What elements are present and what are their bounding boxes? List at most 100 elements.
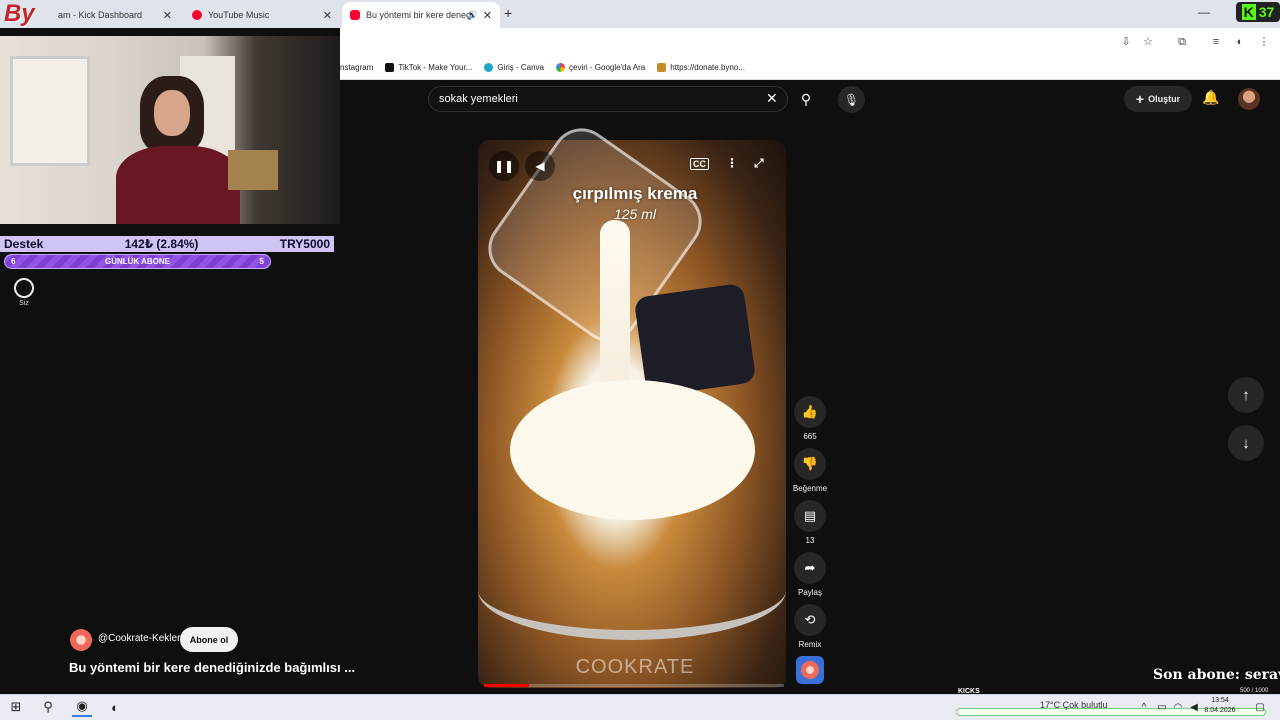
share-icon[interactable]: ➦ [794, 552, 826, 584]
close-icon[interactable]: ✕ [323, 9, 332, 22]
time: 13:54 [1211, 697, 1229, 704]
menu-icon[interactable]: ⋮ [1256, 34, 1272, 50]
avatar[interactable] [1238, 88, 1260, 110]
like-count: 665 [803, 432, 817, 441]
kick-count-badge: K 37 [1236, 2, 1280, 22]
bookmark-label: Giriş - Canva [497, 63, 545, 72]
notifications-icon[interactable]: 🔔 [1202, 89, 1219, 106]
bookmark-label: nstagram [340, 63, 374, 72]
video-pan-rim [478, 540, 786, 640]
you-label: Siz [19, 300, 29, 307]
channel-avatar[interactable] [70, 629, 92, 651]
close-icon[interactable]: ✕ [163, 9, 172, 22]
tab-youtube-music[interactable]: YouTube Music ✕ [184, 2, 340, 28]
bookmark-label: TikTok - Make Your... [398, 63, 473, 72]
donation-label: Destek [4, 237, 44, 251]
search-query: sokak yemekleri [439, 93, 518, 105]
youtube-icon [350, 10, 360, 20]
close-icon[interactable]: ✕ [483, 9, 492, 22]
video-progress-track[interactable] [484, 684, 784, 687]
daily-sub-label: GÜNLÜK ABONE [104, 257, 171, 266]
daily-sub-right: 5 [259, 257, 264, 266]
profile-icon[interactable]: ◐ [1232, 34, 1248, 50]
plus-icon: + [1135, 91, 1145, 107]
tab-label: YouTube Music [208, 10, 270, 20]
browser-tab-bar: am - Kick Dashboard ✕ YouTube Music ✕ Bu… [0, 0, 1280, 28]
more-options-icon[interactable]: ⋮ [726, 156, 738, 170]
minimize-icon[interactable]: — [1198, 5, 1210, 19]
channel-name[interactable]: @Cookrate-Kekler [98, 633, 180, 644]
taskbar-search-icon[interactable]: ⚲ [38, 697, 58, 717]
bookmark-donate[interactable]: https://donate.byno... [657, 63, 745, 72]
create-button[interactable]: + Oluştur [1124, 86, 1192, 112]
video-progress-fill [484, 684, 529, 687]
fullscreen-icon[interactable]: ⤢ [754, 156, 764, 171]
webcam-feed [0, 36, 340, 224]
channel-thumbnail-icon[interactable] [796, 656, 824, 684]
taskbar-clock[interactable]: 13:54 8.04.2026 [1200, 696, 1240, 716]
star-icon[interactable]: ☆ [1140, 34, 1156, 50]
video-caption-sub: 125 ml [613, 206, 657, 222]
tab-label: Bu yöntemi bir kere denedi [366, 10, 474, 20]
weather-readout[interactable]: 17°C Çok bulutlu [1040, 700, 1108, 710]
comment-icon[interactable]: ▤ [794, 500, 826, 532]
streamer-logo: By [4, 0, 35, 27]
last-subscriber-text: Son abone: seravisor [1153, 667, 1280, 683]
webcam-sweater [116, 146, 240, 224]
bookmark-label: https://donate.byno... [670, 63, 745, 72]
comment-count: 13 [805, 536, 815, 545]
video-caption-main: çırpılmış krema [572, 184, 698, 203]
notification-center-icon[interactable]: ▢ [1250, 697, 1270, 717]
start-icon[interactable]: ⊞ [6, 697, 26, 717]
youtube-music-icon [192, 10, 202, 20]
like-icon[interactable]: 👍 [794, 396, 826, 428]
search-icon[interactable]: ⚲ [792, 86, 820, 112]
dislike-icon[interactable]: 👎 [794, 448, 826, 480]
remix-icon[interactable]: ⟲ [794, 604, 826, 636]
tiktok-icon [385, 63, 395, 72]
install-icon[interactable]: ⇩ [1118, 34, 1134, 50]
subscribe-button[interactable]: Abone ol [180, 627, 238, 652]
tab-active-video[interactable]: Bu yöntemi bir kere denedi 🔊 ✕ [342, 2, 500, 28]
tab-label: am - Kick Dashboard [58, 10, 143, 20]
daily-sub-left: 6 [11, 257, 16, 266]
chrome-icon[interactable]: ◉ [72, 697, 92, 717]
donation-amount: 142₺ (2.84%) [124, 237, 199, 251]
video-title[interactable]: Bu yöntemi bir kere denediğinizde bağıml… [69, 660, 359, 675]
previous-video-arrow-icon[interactable]: ↑ [1228, 377, 1264, 413]
media-icon[interactable]: ≡ [1208, 34, 1224, 50]
date: 8.04.2026 [1204, 707, 1236, 714]
donate-icon [657, 63, 667, 72]
remix-label: Remix [798, 640, 822, 649]
daily-sub-bar: 6 GÜNLÜK ABONE 5 [4, 254, 271, 269]
obs-icon[interactable]: ◐ [105, 697, 125, 717]
google-icon [556, 63, 566, 72]
volume-icon[interactable]: ◀ [525, 151, 555, 181]
bookmark-label: çeviri - Google'da Ara [569, 63, 646, 72]
webcam-face [154, 90, 190, 136]
dislike-label: Beğenme [792, 484, 828, 493]
donation-goal: TRY5000 [279, 237, 330, 251]
clear-search-icon[interactable]: ✕ [766, 90, 778, 107]
share-label: Paylaş [797, 588, 822, 597]
tab-kick-dashboard[interactable]: am - Kick Dashboard ✕ [50, 2, 180, 28]
bookmark-tiktok[interactable]: TikTok - Make Your... [385, 63, 472, 72]
new-tab-button[interactable]: + [504, 5, 512, 21]
pause-icon[interactable]: ❚❚ [489, 151, 519, 181]
extensions-icon[interactable]: ⧉ [1174, 34, 1190, 50]
speaker-icon[interactable]: 🔊 [467, 10, 478, 21]
captions-icon[interactable]: CC [690, 158, 709, 170]
bookmark-canva[interactable]: Giriş - Canva [484, 63, 544, 72]
bookmark-instagram[interactable]: nstagram [340, 63, 373, 72]
create-label: Oluştur [1148, 94, 1181, 104]
video-watermark: COOKRATE [575, 656, 695, 678]
search-input[interactable]: sokak yemekleri [428, 86, 788, 112]
next-video-arrow-icon[interactable]: ↓ [1228, 425, 1264, 461]
webcam-box [228, 150, 278, 190]
bookmark-google[interactable]: çeviri - Google'da Ara [556, 63, 645, 72]
you-icon[interactable] [14, 278, 34, 298]
chevron-up-icon[interactable]: ^ [1134, 697, 1154, 717]
microphone-icon[interactable]: 🎙 [838, 86, 865, 113]
browser-toolbar: ⇩ ☆ ⧉ ≡ ◐ ⋮ [340, 28, 1280, 56]
kick-icon: K [1241, 4, 1256, 20]
